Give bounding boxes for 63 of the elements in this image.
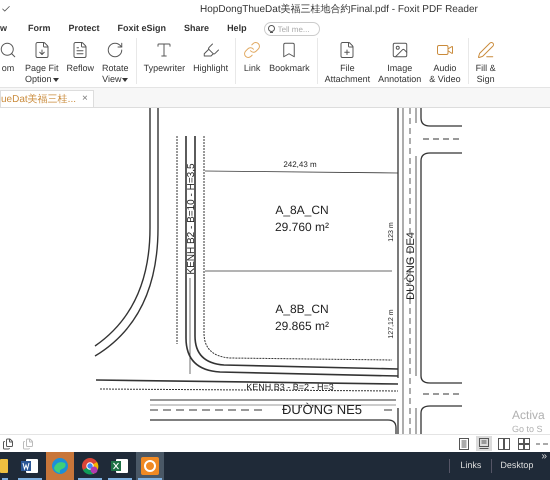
swirl-icon xyxy=(51,457,69,475)
ribbon-button[interactable]: om xyxy=(0,38,20,74)
ribbon-button[interactable]: File Attachment xyxy=(322,38,374,85)
toolbar-link[interactable]: Links xyxy=(450,459,492,473)
page-icon xyxy=(32,41,51,59)
text-icon xyxy=(155,41,174,59)
window-title: HopDongThueDat美福三桂地合約Final.pdf - Foxit PDF Reader xyxy=(200,2,478,17)
ribbon-button[interactable]: Fill & Sign xyxy=(472,38,499,85)
lot-area: 29.865 m² xyxy=(274,319,330,333)
lot-area: 29.760 m² xyxy=(274,220,330,234)
link-icon xyxy=(243,41,262,59)
ribbon-button[interactable]: Audio & Video xyxy=(426,38,464,85)
canal-label: KENH B2 - B=10 - H=3,5 xyxy=(186,163,197,275)
ribbon-button[interactable]: Page Fit Option xyxy=(22,38,62,85)
more-button[interactable]: » xyxy=(541,452,550,462)
close-button[interactable]: × xyxy=(82,94,88,104)
menu-item[interactable]: Share xyxy=(175,22,218,36)
view-mode-button[interactable] xyxy=(516,436,532,451)
toolbar-link[interactable]: Desktop xyxy=(492,459,542,473)
menu-item[interactable]: Form xyxy=(19,22,60,36)
canal-label: KENH B3 - B=2 - H=3 xyxy=(246,382,334,392)
lot-name: A_8A_CN xyxy=(275,203,329,217)
clipboard-icon xyxy=(0,457,10,475)
document-tab[interactable]: ueDat美福三桂... × xyxy=(0,90,94,107)
ribbon-button[interactable]: Highlight xyxy=(190,38,232,74)
search-field[interactable]: Tell me... xyxy=(264,22,320,36)
dimension-label: 242,43 m xyxy=(283,160,317,169)
road-label: ĐƯỜNG DE4 xyxy=(405,232,417,300)
image-icon xyxy=(390,41,409,59)
ribbon-button[interactable]: Bookmark xyxy=(266,38,313,74)
ribbon-button[interactable]: Typewriter xyxy=(140,38,188,74)
app-logo-icon xyxy=(141,457,159,475)
search-icon xyxy=(0,41,17,59)
caret-icon xyxy=(122,78,128,82)
file-icon xyxy=(338,41,356,59)
ribbon-button[interactable]: Link xyxy=(240,38,264,74)
pages-icon[interactable] xyxy=(2,438,14,450)
check-icon[interactable] xyxy=(1,4,11,14)
menu-item[interactable]: Foxit eSign xyxy=(108,22,176,36)
rotate-icon xyxy=(106,41,124,59)
zoom-slider-icon[interactable] xyxy=(536,442,548,446)
highlighter-icon xyxy=(202,41,220,59)
pen-icon xyxy=(476,41,495,59)
ribbon-button[interactable]: Reflow xyxy=(64,38,98,74)
activation-notice: Go to S xyxy=(512,423,544,434)
view-mode-button[interactable] xyxy=(456,436,472,451)
menu-item[interactable]: Protect xyxy=(60,22,109,36)
lightbulb-icon xyxy=(268,25,275,34)
view-mode-button[interactable] xyxy=(496,436,512,451)
view-mode-button[interactable] xyxy=(476,436,492,451)
round-browser-icon xyxy=(81,457,99,475)
ribbon-button[interactable]: Rotate View xyxy=(99,38,132,85)
document-w-icon xyxy=(21,458,39,474)
caret-icon xyxy=(52,78,59,82)
taskbar-app-button[interactable] xyxy=(136,452,164,480)
menu-item[interactable]: Help xyxy=(218,22,256,36)
spreadsheet-x-icon xyxy=(111,458,129,474)
activation-notice: Activa xyxy=(512,408,545,423)
road-label: ĐƯỜNG NE5 xyxy=(282,402,362,417)
ribbon-button[interactable]: Image Annotation xyxy=(375,38,424,85)
page-icon xyxy=(71,41,90,59)
menu-item[interactable]: w xyxy=(0,22,20,36)
lot-name: A_8B_CN xyxy=(275,302,329,316)
